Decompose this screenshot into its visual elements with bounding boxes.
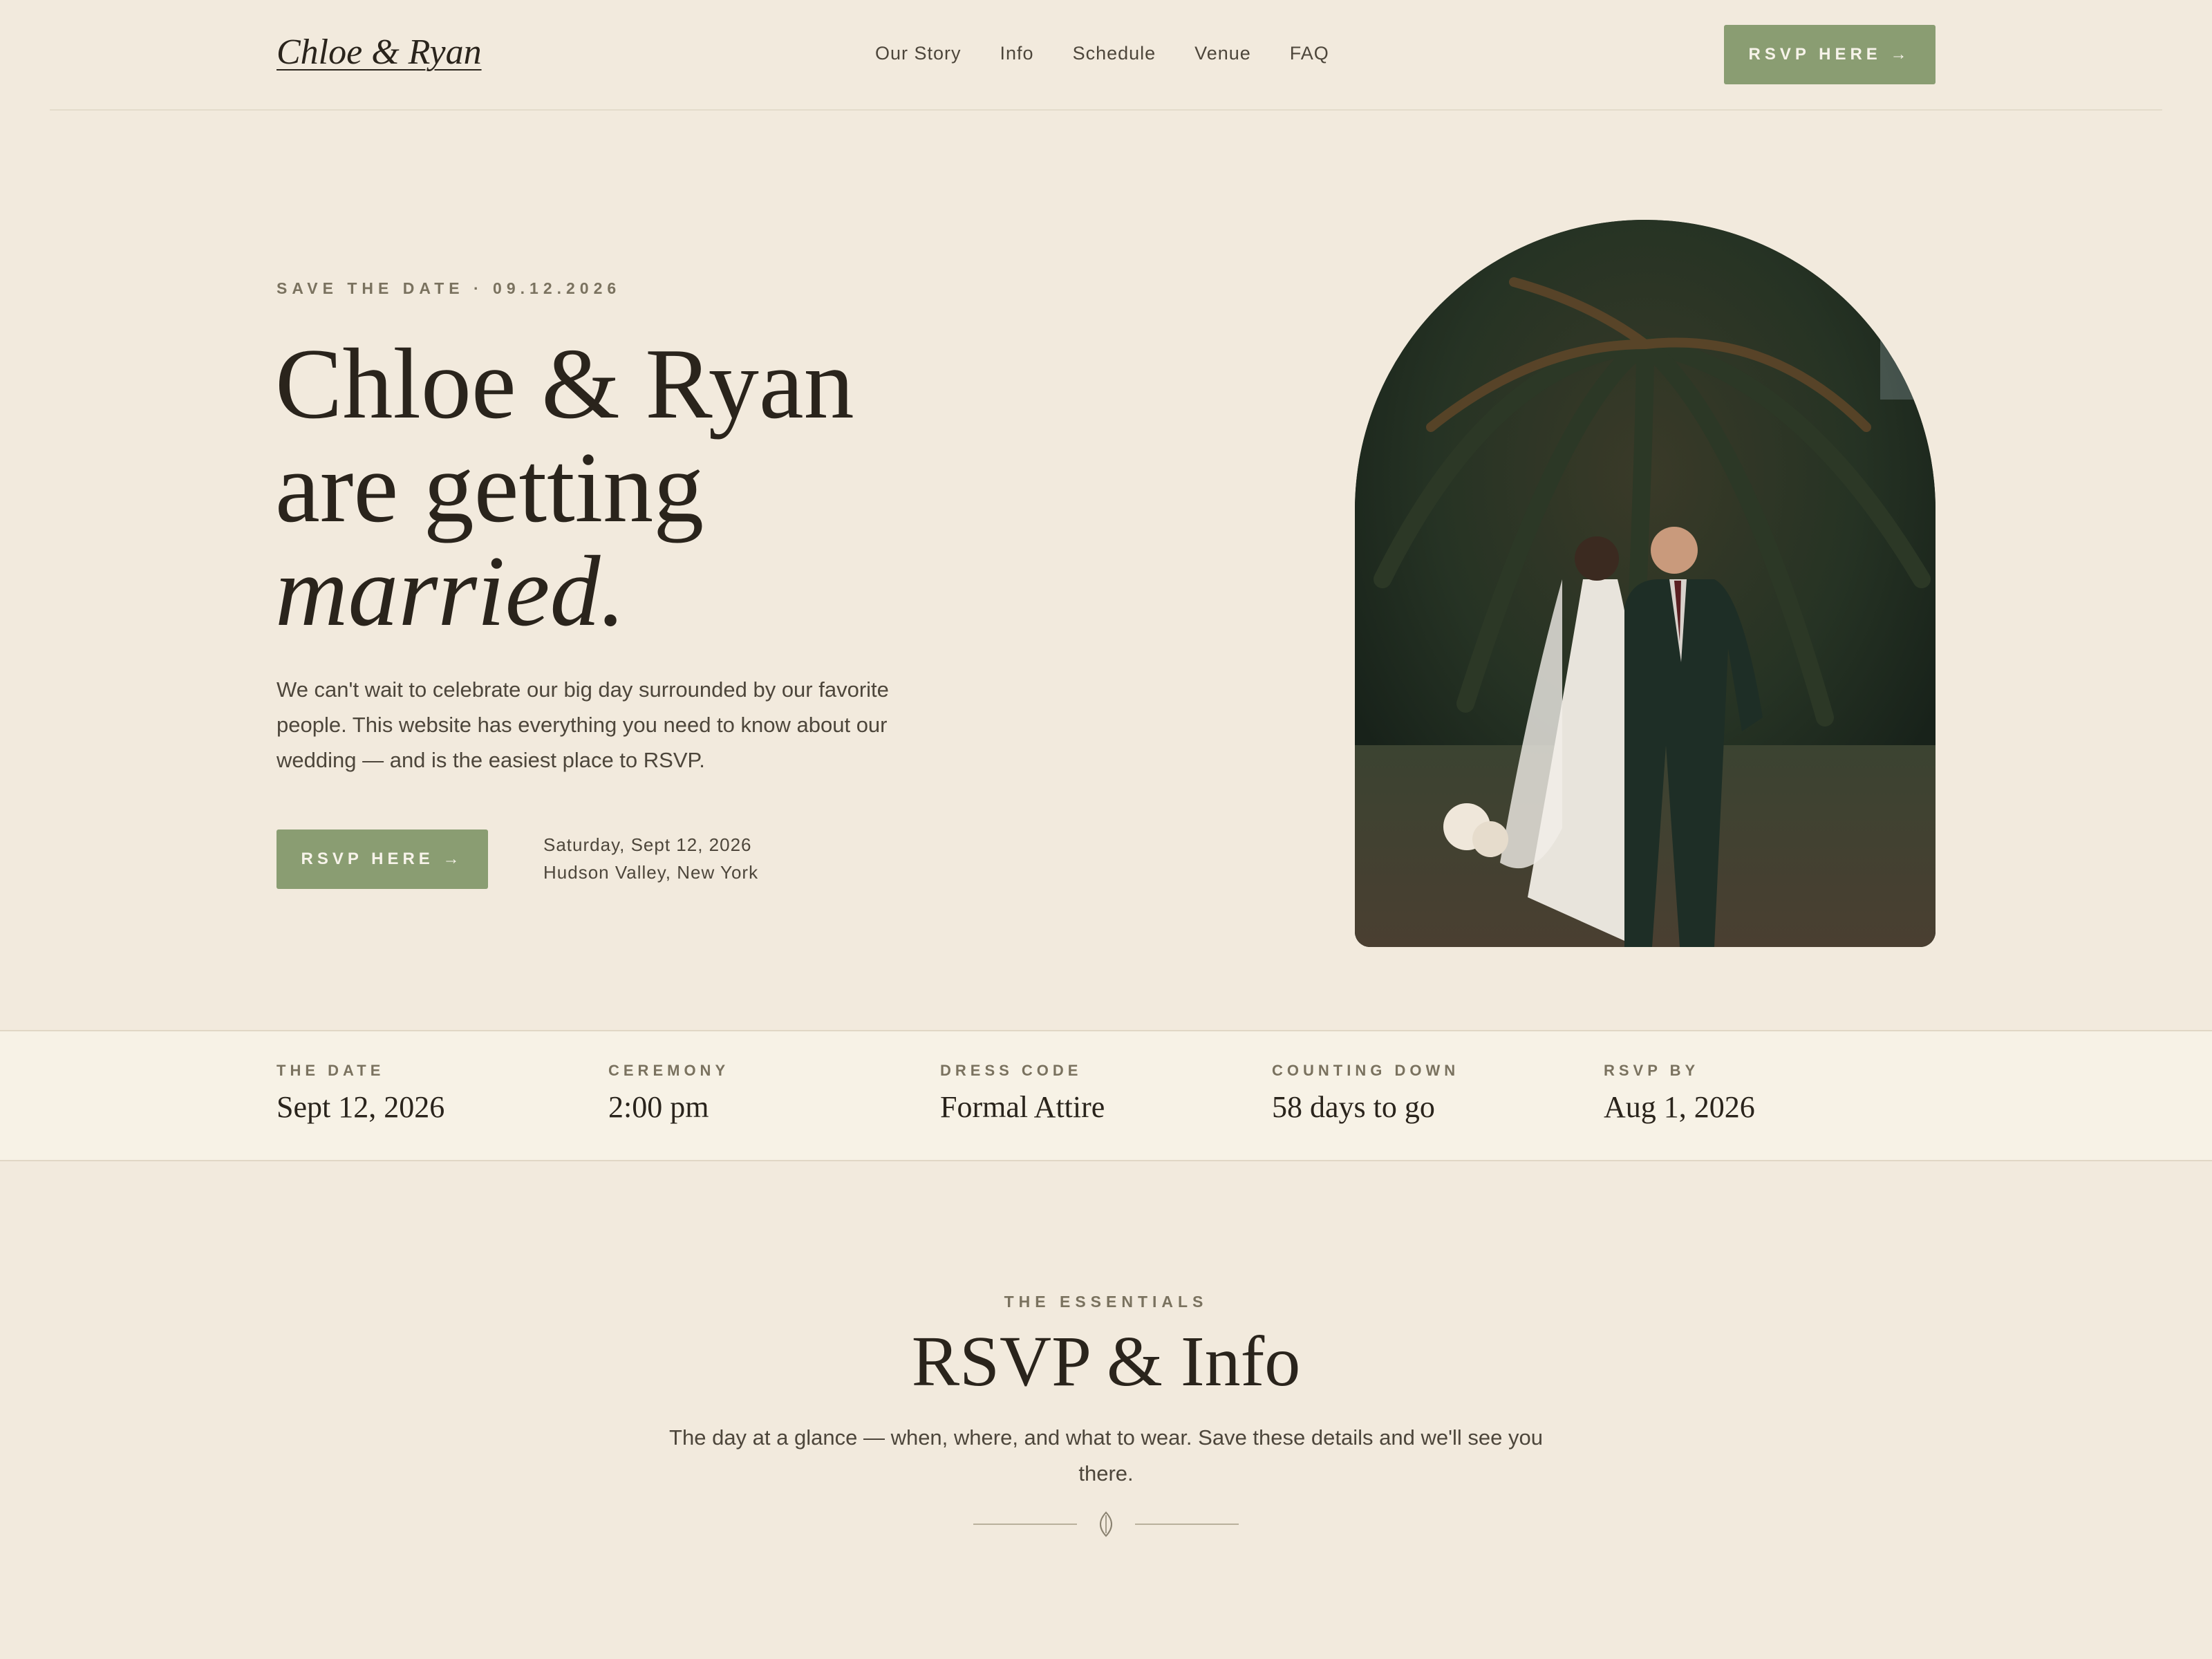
headline-line-1: Chloe & Ryan (275, 328, 854, 440)
ornament-divider (972, 1507, 1240, 1541)
stat-label: COUNTING DOWN (1272, 1062, 1460, 1079)
stat-ceremony: CEREMONY 2:00 pm (608, 1062, 729, 1125)
stat-date: THE DATE Sept 12, 2026 (276, 1062, 444, 1125)
nav-link-schedule[interactable]: Schedule (1073, 43, 1156, 64)
hero-rsvp-button[interactable]: RSVP HERE → (276, 830, 488, 889)
essentials-title: RSVP & Info (911, 1322, 1301, 1401)
stat-value: 58 days to go (1272, 1090, 1435, 1124)
headline-line-3: married. (275, 535, 626, 647)
essentials-eyebrow: THE ESSENTIALS (1004, 1293, 1208, 1311)
stat-rsvp-by: RSVP BY Aug 1, 2026 (1604, 1062, 1755, 1125)
stat-value: Aug 1, 2026 (1604, 1090, 1755, 1124)
hero-headline: Chloe & Ryan are getting married. (275, 332, 854, 643)
stat-label: DRESS CODE (940, 1062, 1082, 1079)
nav-link-our-story[interactable]: Our Story (875, 43, 962, 64)
stat-label: RSVP BY (1604, 1062, 1700, 1079)
headline-line-2: are getting (275, 431, 704, 543)
leaf-icon (973, 1511, 1239, 1537)
stat-countdown: COUNTING DOWN 58 days to go (1272, 1062, 1459, 1125)
hero-intro: We can't wait to celebrate our big day s… (276, 677, 889, 772)
hero-event-meta: Saturday, Sept 12, 2026 Hudson Valley, N… (543, 831, 758, 886)
essentials-subtitle: The day at a glance — when, where, and w… (669, 1425, 1543, 1485)
stat-dress-code: DRESS CODE Formal Attire (940, 1062, 1105, 1125)
nav-link-faq[interactable]: FAQ (1290, 43, 1329, 64)
key-details-strip: THE DATE Sept 12, 2026 CEREMONY 2:00 pm … (0, 1030, 2212, 1161)
nav-link-info[interactable]: Info (1000, 43, 1034, 64)
site-logo[interactable]: Chloe & Ryan (276, 32, 482, 73)
nav-link-venue[interactable]: Venue (1194, 43, 1251, 64)
nav-rsvp-button[interactable]: RSVP HERE → (1724, 25, 1936, 84)
hero-date: Saturday, Sept 12, 2026 (543, 834, 752, 855)
stat-value: Formal Attire (940, 1090, 1105, 1124)
site-header: Chloe & Ryan Our Story Info Schedule Ven… (0, 0, 2212, 111)
couple-photo-illustration (1355, 220, 1936, 947)
stat-value: 2:00 pm (608, 1090, 709, 1124)
main-nav: Our Story Info Schedule Venue FAQ (875, 43, 1329, 64)
stat-value: Sept 12, 2026 (276, 1090, 445, 1124)
hero-location: Hudson Valley, New York (543, 862, 759, 883)
hero-eyebrow: SAVE THE DATE · 09.12.2026 (276, 279, 621, 297)
stat-label: CEREMONY (608, 1062, 730, 1079)
header-divider (50, 109, 2162, 111)
couple-photo (1355, 220, 1936, 947)
stat-label: THE DATE (276, 1062, 385, 1079)
